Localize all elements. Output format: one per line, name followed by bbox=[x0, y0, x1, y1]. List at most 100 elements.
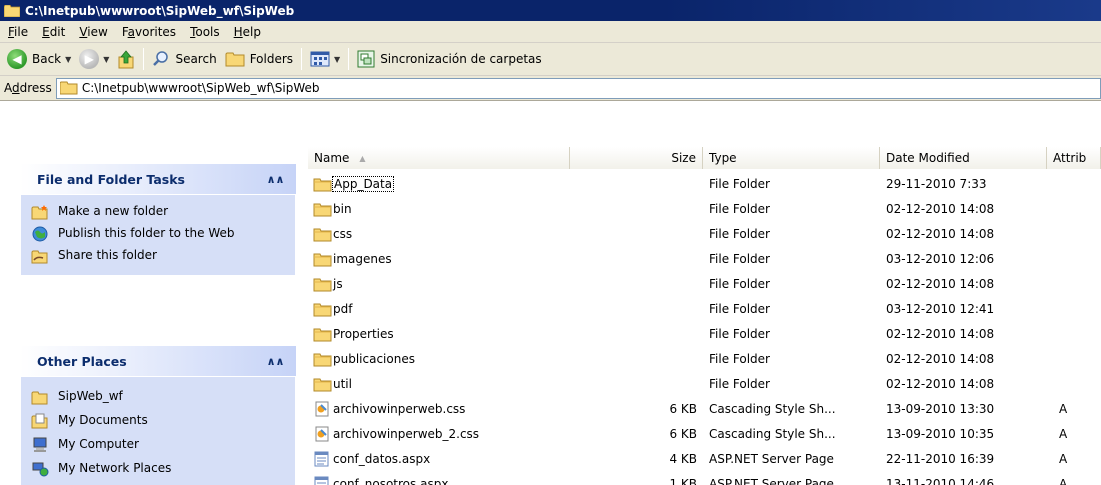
collapse-chevron-icon[interactable]: ∧∧ bbox=[267, 171, 285, 188]
menu-help[interactable]: Help bbox=[228, 25, 269, 39]
file-name[interactable]: js bbox=[333, 277, 343, 291]
share-folder-link[interactable]: Share this folder bbox=[31, 245, 285, 267]
views-button[interactable]: ▼ bbox=[306, 46, 344, 72]
make-new-folder-link[interactable]: Make a new folder bbox=[31, 201, 285, 223]
file-size-cell: 1 KB bbox=[669, 476, 697, 485]
forward-button[interactable]: ▶ ▼ bbox=[75, 46, 113, 72]
back-arrow-icon: ◀ bbox=[7, 49, 27, 69]
file-row[interactable]: App_Data File Folder 29-11-2010 7:33 bbox=[308, 171, 1101, 196]
collapse-chevron-icon[interactable]: ∧∧ bbox=[267, 353, 285, 370]
chevron-down-icon[interactable]: ▼ bbox=[103, 55, 109, 64]
network-places-icon bbox=[32, 462, 49, 477]
file-name-cell[interactable]: conf_datos.aspx bbox=[308, 446, 570, 471]
file-list-view[interactable]: Name ▲ Size Type Date Modified Attrib Ap… bbox=[308, 101, 1101, 485]
file-row[interactable]: publicaciones File Folder 02-12-2010 14:08 bbox=[308, 346, 1101, 371]
file-name-cell[interactable]: imagenes bbox=[308, 246, 570, 271]
file-name[interactable]: archivowinperweb.css bbox=[333, 402, 465, 416]
other-places-panel: Other Places ∧∧ SipWeb_wf My Documents M… bbox=[20, 346, 296, 485]
file-size-cell: 6 KB bbox=[669, 426, 697, 441]
file-type-cell: Cascading Style Sh... bbox=[709, 426, 836, 441]
column-header-attributes[interactable]: Attrib bbox=[1047, 147, 1101, 169]
column-header-type[interactable]: Type bbox=[703, 147, 880, 169]
file-name[interactable]: pdf bbox=[333, 302, 352, 316]
file-type-cell: Cascading Style Sh... bbox=[709, 401, 836, 416]
sync-icon bbox=[357, 50, 375, 68]
file-date-cell: 02-12-2010 14:08 bbox=[886, 326, 995, 341]
title-bar[interactable]: C:\Inetpub\wwwroot\SipWeb_wf\SipWeb bbox=[0, 0, 1101, 21]
file-name-cell[interactable]: App_Data bbox=[308, 171, 570, 196]
file-row[interactable]: archivowinperweb.css 6 KB Cascading Style … bbox=[308, 396, 1101, 421]
menu-file[interactable]: File bbox=[2, 25, 36, 39]
address-value: C:\Inetpub\wwwroot\SipWeb_wf\SipWeb bbox=[81, 81, 320, 95]
file-name-cell[interactable]: bin bbox=[308, 196, 570, 221]
file-name-cell[interactable]: js bbox=[308, 271, 570, 296]
place-label: SipWeb_wf bbox=[58, 389, 123, 403]
folders-button[interactable]: Folders bbox=[221, 46, 297, 72]
file-type-cell: File Folder bbox=[709, 251, 770, 266]
place-sipweb-wf-link[interactable]: SipWeb_wf bbox=[31, 385, 285, 409]
column-header-size[interactable]: Size bbox=[570, 147, 703, 169]
menu-favorites[interactable]: Favorites bbox=[116, 25, 184, 39]
publish-folder-web-link[interactable]: Publish this folder to the Web bbox=[31, 223, 285, 245]
toolbar: ◀ Back ▼ ▶ ▼ Search Folders ▼ Sincroniza… bbox=[0, 43, 1101, 76]
file-folder-tasks-header[interactable]: File and Folder Tasks ∧∧ bbox=[20, 164, 296, 194]
task-label: Make a new folder bbox=[58, 204, 169, 218]
menu-view[interactable]: View bbox=[73, 25, 115, 39]
aspx-file-icon bbox=[314, 451, 329, 466]
panel-title: File and Folder Tasks bbox=[37, 171, 185, 187]
column-header-date-modified[interactable]: Date Modified bbox=[880, 147, 1047, 169]
file-name[interactable]: App_Data bbox=[331, 175, 395, 192]
file-name-cell[interactable]: archivowinperweb_2.css bbox=[308, 421, 570, 446]
file-row[interactable]: imagenes File Folder 03-12-2010 12:06 bbox=[308, 246, 1101, 271]
file-name[interactable]: conf_datos.aspx bbox=[333, 452, 430, 466]
file-row[interactable]: archivowinperweb_2.css 6 KB Cascading Styl… bbox=[308, 421, 1101, 446]
other-places-header[interactable]: Other Places ∧∧ bbox=[20, 346, 296, 376]
file-row[interactable]: js File Folder 02-12-2010 14:08 bbox=[308, 271, 1101, 296]
file-type-cell: File Folder bbox=[709, 326, 770, 341]
file-row[interactable]: util File Folder 02-12-2010 14:08 bbox=[308, 371, 1101, 396]
file-name-cell[interactable]: util bbox=[308, 371, 570, 396]
sync-folders-button[interactable]: Sincronización de carpetas bbox=[353, 46, 545, 72]
file-type-cell: ASP.NET Server Page bbox=[709, 451, 834, 466]
menu-tools[interactable]: Tools bbox=[184, 25, 228, 39]
file-name-cell[interactable]: archivowinperweb.css bbox=[308, 396, 570, 421]
file-name-cell[interactable]: pdf bbox=[308, 296, 570, 321]
search-label: Search bbox=[175, 52, 217, 66]
place-network-places-link[interactable]: My Network Places bbox=[31, 457, 285, 481]
up-button[interactable] bbox=[113, 46, 139, 72]
file-name[interactable]: imagenes bbox=[333, 252, 392, 266]
folder-icon bbox=[4, 4, 20, 17]
file-name[interactable]: bin bbox=[333, 202, 352, 216]
sync-label: Sincronización de carpetas bbox=[380, 52, 542, 66]
file-row[interactable]: conf_datos.aspx 4 KB ASP.NET Server Page 22… bbox=[308, 446, 1101, 471]
address-input[interactable]: C:\Inetpub\wwwroot\SipWeb_wf\SipWeb bbox=[55, 77, 1101, 99]
file-row[interactable]: Properties File Folder 02-12-2010 14:08 bbox=[308, 321, 1101, 346]
file-name[interactable]: publicaciones bbox=[333, 352, 415, 366]
file-name-cell[interactable]: css bbox=[308, 221, 570, 246]
file-row[interactable]: bin File Folder 02-12-2010 14:08 bbox=[308, 196, 1101, 221]
back-button[interactable]: ◀ Back ▼ bbox=[3, 46, 75, 72]
file-name[interactable]: css bbox=[333, 227, 352, 241]
file-name[interactable]: util bbox=[333, 377, 352, 391]
folder-icon bbox=[313, 378, 332, 391]
place-my-computer-link[interactable]: My Computer bbox=[31, 433, 285, 457]
file-name[interactable]: conf_nosotros.aspx bbox=[333, 477, 448, 485]
file-type-cell: ASP.NET Server Page bbox=[709, 476, 834, 485]
place-my-documents-link[interactable]: My Documents bbox=[31, 409, 285, 433]
column-header-name[interactable]: Name ▲ bbox=[308, 147, 570, 169]
file-row[interactable]: css File Folder 02-12-2010 14:08 bbox=[308, 221, 1101, 246]
chevron-down-icon[interactable]: ▼ bbox=[65, 55, 71, 64]
file-row[interactable]: pdf File Folder 03-12-2010 12:41 bbox=[308, 296, 1101, 321]
chevron-down-icon[interactable]: ▼ bbox=[334, 55, 340, 64]
task-label: Share this folder bbox=[58, 248, 157, 262]
views-icon bbox=[310, 51, 330, 67]
file-row[interactable]: conf_nosotros.aspx 1 KB ASP.NET Server Pag… bbox=[308, 471, 1101, 485]
file-name[interactable]: archivowinperweb_2.css bbox=[333, 427, 479, 441]
file-name-cell[interactable]: Properties bbox=[308, 321, 570, 346]
file-name-cell[interactable]: publicaciones bbox=[308, 346, 570, 371]
file-name[interactable]: Properties bbox=[333, 327, 394, 341]
menu-edit[interactable]: Edit bbox=[36, 25, 73, 39]
file-name-cell[interactable]: conf_nosotros.aspx bbox=[308, 471, 570, 485]
search-button[interactable]: Search bbox=[148, 46, 220, 72]
folder-icon bbox=[313, 303, 332, 316]
